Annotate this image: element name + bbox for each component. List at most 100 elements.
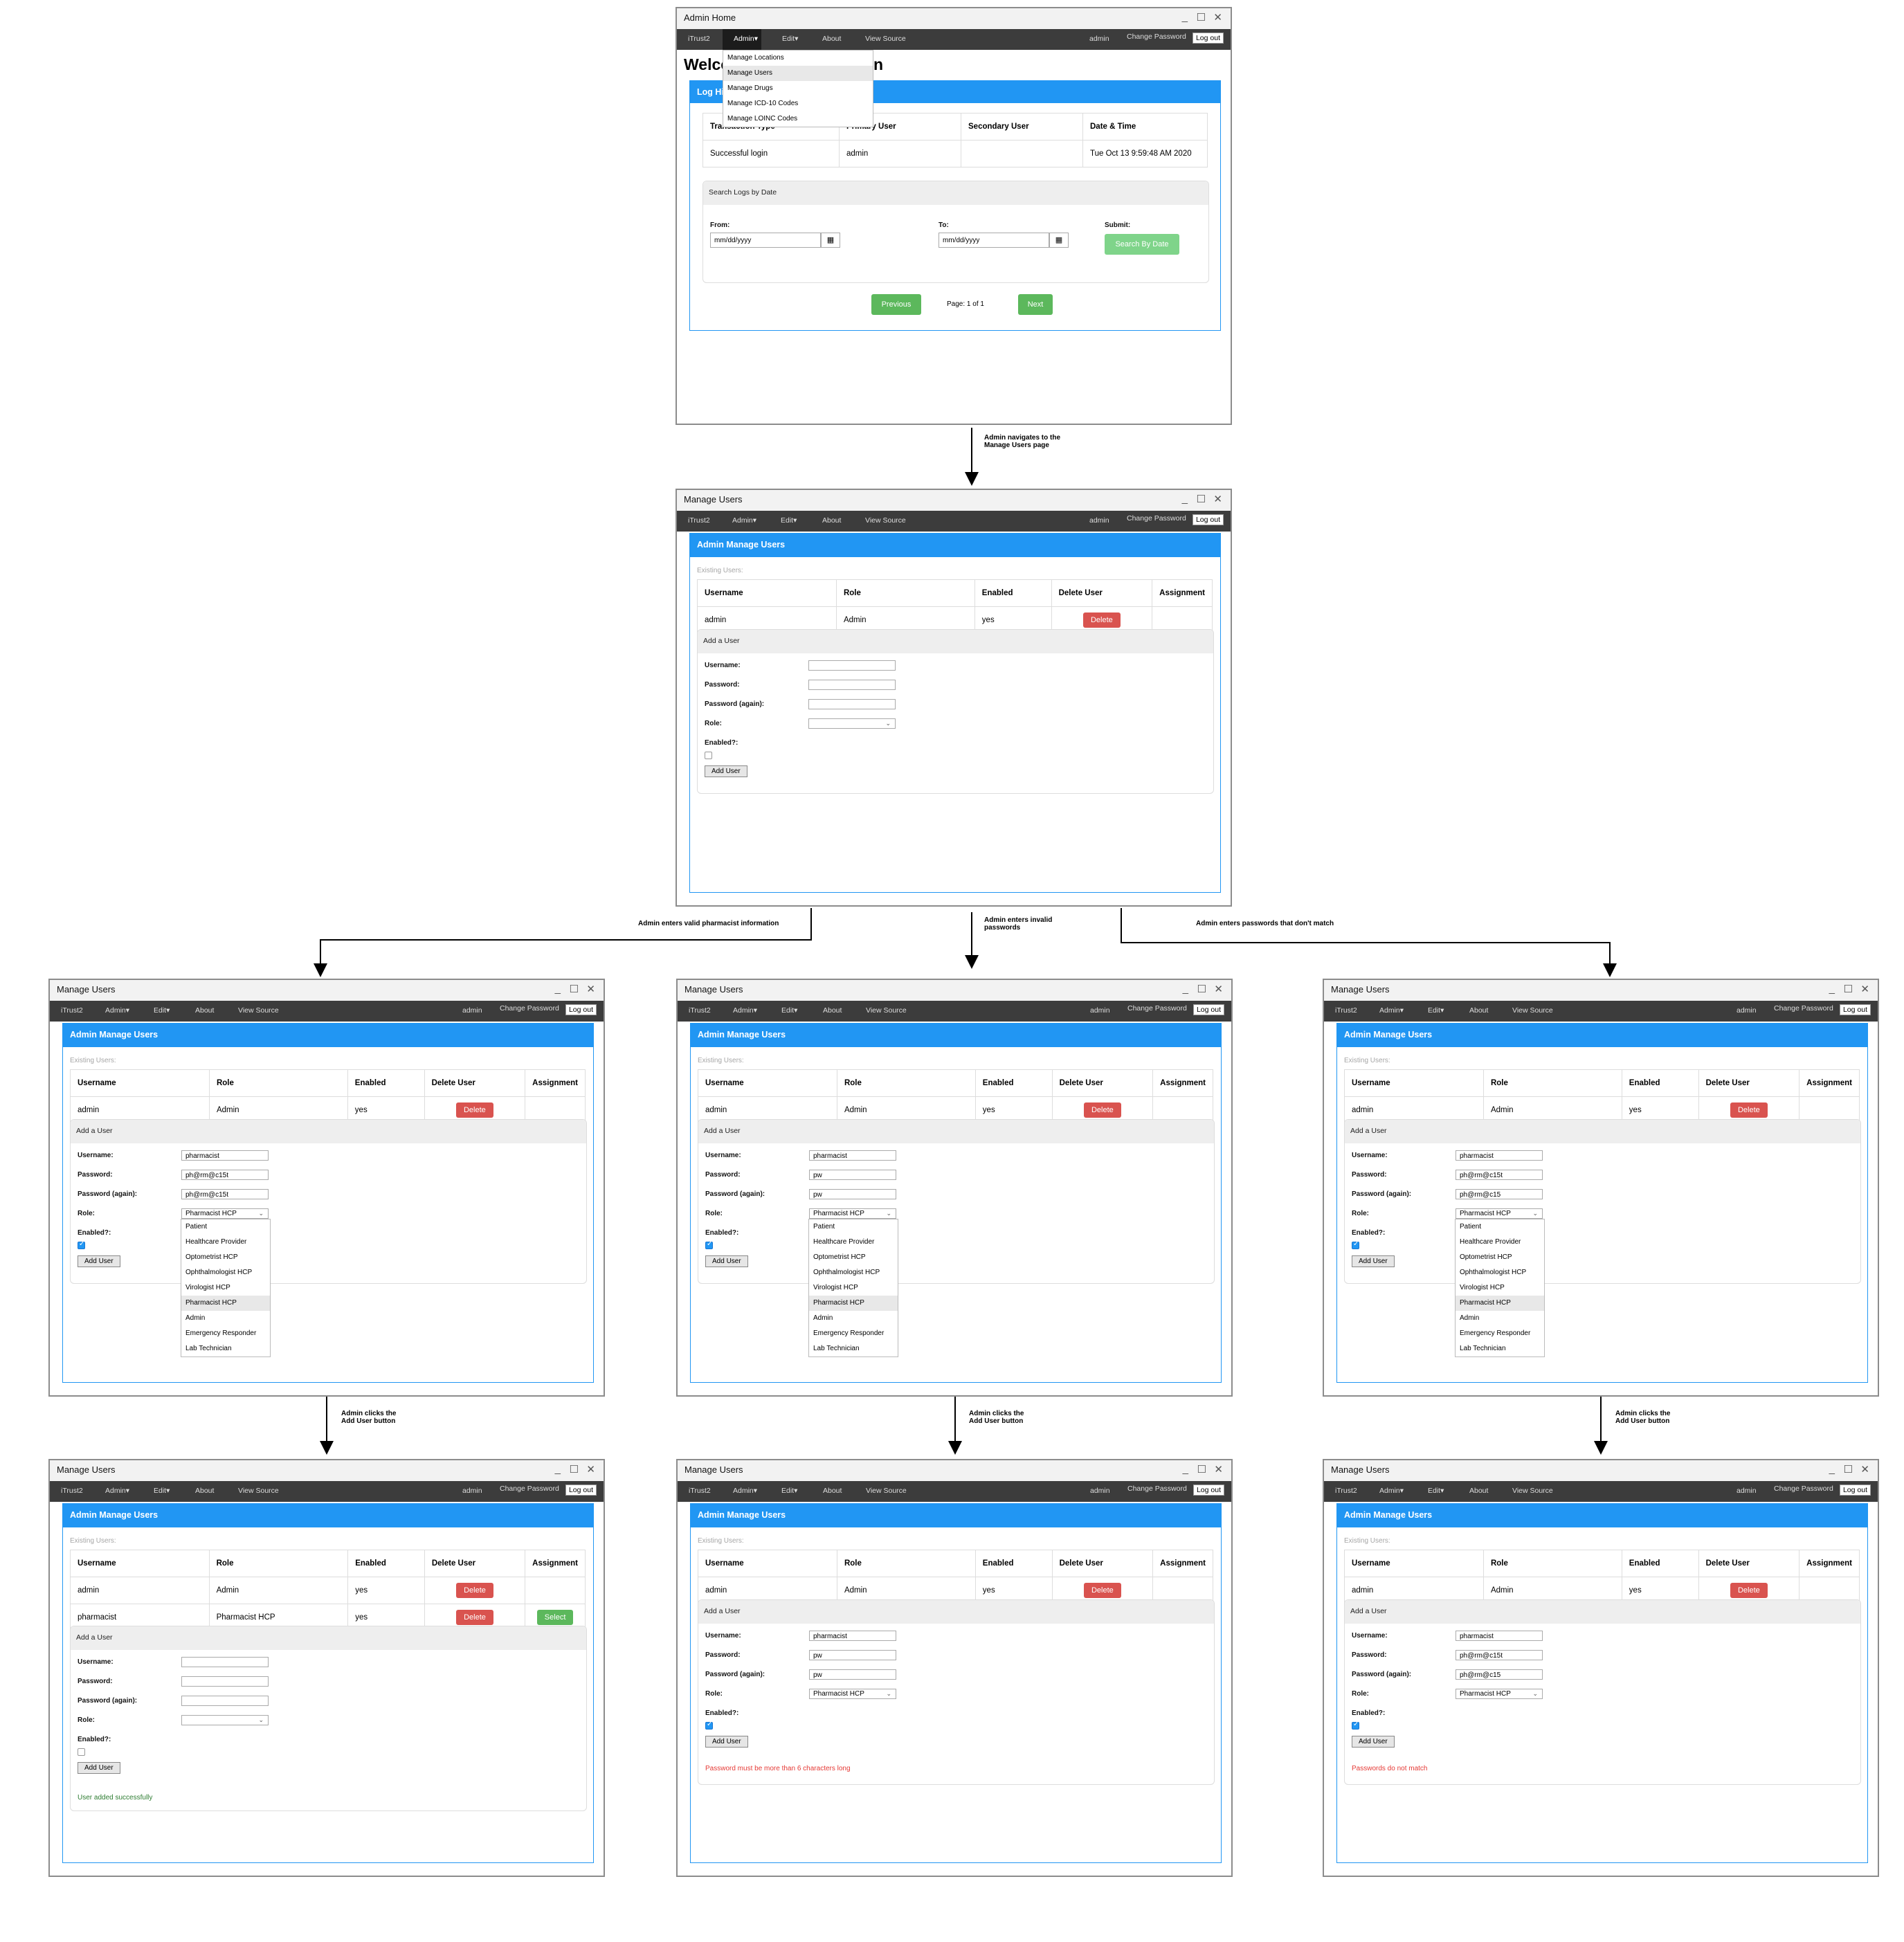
nav-about[interactable]: About	[823, 1487, 842, 1495]
logout-button[interactable]: Log out	[565, 1485, 597, 1496]
nav-view-source[interactable]: View Source	[865, 35, 906, 43]
role-select[interactable]: Pharmacist HCP ⌄	[181, 1208, 269, 1219]
enabled-checkbox[interactable]	[705, 752, 712, 759]
nav-edit-menu[interactable]: Edit▾	[781, 516, 797, 525]
enabled-checkbox[interactable]	[1352, 1721, 1359, 1730]
username-input[interactable]: pharmacist	[181, 1150, 269, 1161]
nav-change-password[interactable]: Change Password	[1774, 1004, 1833, 1013]
role-select[interactable]: ⌄	[808, 718, 896, 729]
next-button[interactable]: Next	[1018, 294, 1053, 315]
role-select[interactable]: Pharmacist HCP ⌄	[809, 1689, 896, 1699]
role-option[interactable]: Healthcare Provider	[181, 1235, 270, 1250]
close-icon[interactable]: ✕	[1860, 983, 1869, 995]
role-option[interactable]: Emergency Responder	[181, 1326, 270, 1341]
username-input[interactable]	[808, 660, 896, 671]
nav-change-password[interactable]: Change Password	[1127, 514, 1186, 523]
password-again-input[interactable]: pw	[809, 1189, 896, 1199]
nav-brand[interactable]: iTrust2	[1335, 1006, 1357, 1015]
username-input[interactable]	[181, 1657, 269, 1667]
nav-brand[interactable]: iTrust2	[1335, 1487, 1357, 1495]
password-again-input[interactable]: ph@rm@c15	[1456, 1189, 1543, 1199]
maximize-icon[interactable]: ☐	[570, 983, 579, 995]
search-by-date-button[interactable]: Search By Date	[1105, 234, 1179, 255]
add-user-button[interactable]: Add User	[1352, 1736, 1395, 1748]
close-icon[interactable]: ✕	[586, 1463, 595, 1476]
nav-view-source[interactable]: View Source	[866, 1487, 907, 1495]
maximize-icon[interactable]: ☐	[1197, 1463, 1206, 1476]
nav-brand[interactable]: iTrust2	[688, 516, 710, 525]
maximize-icon[interactable]: ☐	[570, 1463, 579, 1476]
nav-change-password[interactable]: Change Password	[1127, 33, 1186, 41]
role-option[interactable]: Admin	[1456, 1311, 1544, 1326]
nav-view-source[interactable]: View Source	[1512, 1006, 1553, 1015]
role-option[interactable]: Emergency Responder	[809, 1326, 898, 1341]
menu-item-manage-users[interactable]: Manage Users	[723, 66, 873, 81]
logout-button[interactable]: Log out	[1839, 1004, 1871, 1015]
role-option[interactable]: Virologist HCP	[809, 1280, 898, 1296]
role-option[interactable]: Admin	[181, 1311, 270, 1326]
calendar-icon[interactable]: ▦	[1049, 233, 1069, 248]
logout-button[interactable]: Log out	[1193, 1485, 1224, 1496]
nav-view-source[interactable]: View Source	[238, 1487, 279, 1495]
logout-button[interactable]: Log out	[1192, 33, 1224, 44]
enabled-checkbox[interactable]	[78, 1240, 85, 1249]
nav-change-password[interactable]: Change Password	[1127, 1004, 1187, 1013]
username-input[interactable]: pharmacist	[1456, 1150, 1543, 1161]
role-option[interactable]: Emergency Responder	[1456, 1326, 1544, 1341]
role-option[interactable]: Lab Technician	[1456, 1341, 1544, 1356]
role-select[interactable]: ⌄	[181, 1715, 269, 1725]
role-option[interactable]: Lab Technician	[809, 1341, 898, 1356]
role-option[interactable]: Pharmacist HCP	[181, 1296, 270, 1311]
minimize-icon[interactable]: _	[1829, 983, 1835, 995]
enabled-checkbox[interactable]	[705, 1721, 713, 1730]
close-icon[interactable]: ✕	[1214, 983, 1223, 995]
password-input[interactable]: ph@rm@c15t	[181, 1170, 269, 1180]
nav-about[interactable]: About	[822, 35, 841, 43]
minimize-icon[interactable]: _	[555, 983, 561, 995]
close-icon[interactable]: ✕	[1213, 11, 1222, 24]
nav-about[interactable]: About	[1469, 1006, 1488, 1015]
nav-edit-menu[interactable]: Edit▾	[154, 1487, 170, 1495]
close-icon[interactable]: ✕	[1860, 1463, 1869, 1476]
logout-button[interactable]: Log out	[1193, 1004, 1224, 1015]
role-select[interactable]: Pharmacist HCP ⌄	[809, 1208, 896, 1219]
nav-edit-menu[interactable]: Edit▾	[1428, 1006, 1444, 1015]
role-option[interactable]: Virologist HCP	[181, 1280, 270, 1296]
role-option[interactable]: Pharmacist HCP	[809, 1296, 898, 1311]
add-user-button[interactable]: Add User	[1352, 1255, 1395, 1267]
nav-edit-menu[interactable]: Edit▾	[781, 1487, 797, 1495]
nav-about[interactable]: About	[195, 1006, 214, 1015]
role-option[interactable]: Optometrist HCP	[809, 1250, 898, 1265]
minimize-icon[interactable]: _	[1183, 1463, 1188, 1475]
maximize-icon[interactable]: ☐	[1197, 11, 1206, 24]
delete-button[interactable]: Delete	[1083, 1583, 1121, 1598]
minimize-icon[interactable]: _	[555, 1463, 561, 1475]
nav-about[interactable]: About	[1469, 1487, 1488, 1495]
menu-item-manage-drugs[interactable]: Manage Drugs	[723, 81, 873, 96]
password-again-input[interactable]: pw	[809, 1669, 896, 1680]
role-option[interactable]: Ophthalmologist HCP	[809, 1265, 898, 1280]
nav-admin-menu[interactable]: Admin▾	[105, 1487, 129, 1495]
password-input[interactable]: ph@rm@c15t	[1456, 1650, 1543, 1660]
role-option[interactable]: Optometrist HCP	[181, 1250, 270, 1265]
password-input[interactable]	[808, 680, 896, 690]
nav-view-source[interactable]: View Source	[866, 1006, 907, 1015]
password-input[interactable]: pw	[809, 1650, 896, 1660]
role-option[interactable]: Optometrist HCP	[1456, 1250, 1544, 1265]
role-option[interactable]: Healthcare Provider	[1456, 1235, 1544, 1250]
role-select[interactable]: Pharmacist HCP ⌄	[1456, 1208, 1543, 1219]
minimize-icon[interactable]: _	[1182, 493, 1188, 505]
minimize-icon[interactable]: _	[1183, 983, 1188, 995]
password-again-input[interactable]	[808, 699, 896, 709]
maximize-icon[interactable]: ☐	[1844, 1463, 1853, 1476]
menu-item-manage-locations[interactable]: Manage Locations	[723, 51, 873, 66]
password-again-input[interactable]: ph@rm@c15t	[181, 1189, 269, 1199]
nav-admin-menu[interactable]: Admin▾	[1379, 1006, 1404, 1015]
password-input[interactable]: pw	[809, 1170, 896, 1180]
delete-button[interactable]: Delete	[456, 1610, 493, 1625]
logout-button[interactable]: Log out	[1839, 1485, 1871, 1496]
password-input[interactable]	[181, 1676, 269, 1687]
role-option[interactable]: Ophthalmologist HCP	[181, 1265, 270, 1280]
maximize-icon[interactable]: ☐	[1844, 983, 1853, 995]
logout-button[interactable]: Log out	[1192, 514, 1224, 525]
